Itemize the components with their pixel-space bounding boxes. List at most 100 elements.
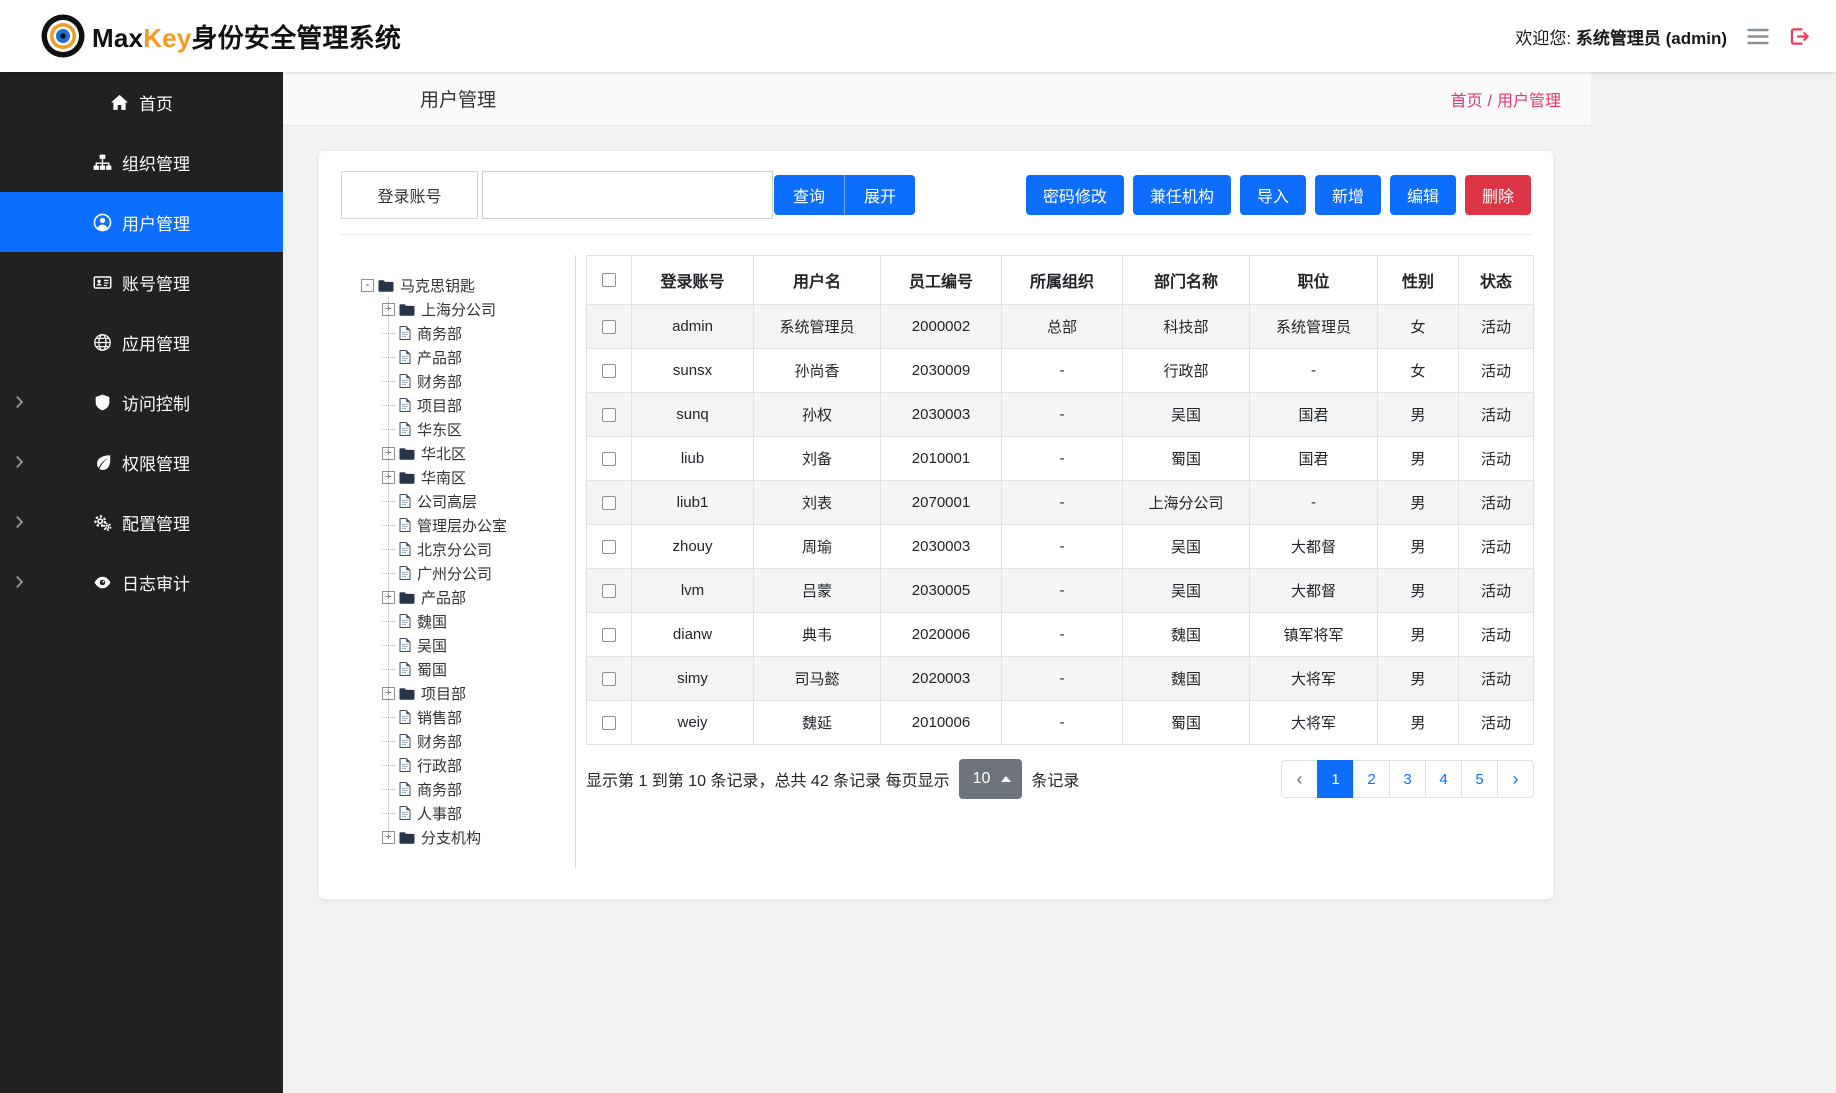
tree-node[interactable]: + 上海分公司 — [382, 297, 569, 321]
tree-node-label[interactable]: 商务部 — [415, 323, 462, 344]
column-header[interactable]: 状态 — [1459, 256, 1534, 305]
tree-node[interactable]: 行政部 — [382, 753, 569, 777]
row-select-cell[interactable] — [587, 481, 632, 525]
tree-node-label[interactable]: 公司高层 — [415, 491, 477, 512]
query-button[interactable]: 查询 — [774, 175, 844, 215]
tree-node[interactable]: 项目部 — [382, 393, 569, 417]
hamburger-menu-icon[interactable] — [1747, 28, 1769, 45]
tree-node-label[interactable]: 蜀国 — [415, 659, 447, 680]
tree-expand-toggle[interactable]: + — [382, 471, 395, 484]
tree-expand-toggle[interactable]: + — [382, 591, 395, 604]
logout-icon[interactable] — [1789, 27, 1810, 46]
tree-node[interactable]: 产品部 — [382, 345, 569, 369]
row-checkbox[interactable] — [602, 320, 616, 334]
tree-node-label[interactable]: 财务部 — [415, 731, 462, 752]
tree-node-label[interactable]: 华东区 — [415, 419, 462, 440]
select-all-checkbox[interactable] — [602, 273, 616, 287]
tree-node-label[interactable]: 华南区 — [419, 467, 466, 488]
sidebar-item-access-control[interactable]: 访问控制 — [0, 372, 283, 432]
toolbar-button-3[interactable]: 新增 — [1315, 175, 1381, 215]
tree-node-label[interactable]: 广州分公司 — [415, 563, 492, 584]
tree-node-label[interactable]: 项目部 — [415, 395, 462, 416]
tree-node[interactable]: 公司高层 — [382, 489, 569, 513]
tree-node-label[interactable]: 产品部 — [419, 587, 466, 608]
column-header[interactable]: 所属组织 — [1002, 256, 1123, 305]
tree-root[interactable]: - 马克思钥匙 — [361, 273, 569, 297]
tree-node-label[interactable]: 分支机构 — [419, 827, 481, 848]
table-row[interactable]: zhouy周瑜2030003-吴国大都督男活动 — [587, 525, 1534, 569]
tree-node[interactable]: 人事部 — [382, 801, 569, 825]
row-select-cell[interactable] — [587, 437, 632, 481]
tree-node-label[interactable]: 产品部 — [415, 347, 462, 368]
tree-node-label[interactable]: 人事部 — [415, 803, 462, 824]
sidebar-item-account[interactable]: 账号管理 — [0, 252, 283, 312]
table-row[interactable]: simy司马懿2020003-魏国大将军男活动 — [587, 657, 1534, 701]
toolbar-button-1[interactable]: 兼任机构 — [1133, 175, 1231, 215]
row-checkbox[interactable] — [602, 540, 616, 554]
toolbar-button-2[interactable]: 导入 — [1240, 175, 1306, 215]
page-next-button[interactable]: › — [1497, 760, 1534, 798]
sidebar-item-application[interactable]: 应用管理 — [0, 312, 283, 372]
row-checkbox[interactable] — [602, 672, 616, 686]
tree-expand-toggle[interactable]: + — [382, 831, 395, 844]
breadcrumb-home[interactable]: 首页 — [1451, 93, 1483, 110]
tree-node-label[interactable]: 吴国 — [415, 635, 447, 656]
table-row[interactable]: sunq孙权2030003-吴国国君男活动 — [587, 393, 1534, 437]
tree-node[interactable]: 商务部 — [382, 321, 569, 345]
tree-node[interactable]: 魏国 — [382, 609, 569, 633]
table-row[interactable]: dianw典韦2020006-魏国镇军将军男活动 — [587, 613, 1534, 657]
tree-node[interactable]: 广州分公司 — [382, 561, 569, 585]
tree-node[interactable]: + 华南区 — [382, 465, 569, 489]
tree-root-label[interactable]: 马克思钥匙 — [398, 275, 475, 296]
toolbar-button-5[interactable]: 删除 — [1465, 175, 1531, 215]
row-select-cell[interactable] — [587, 393, 632, 437]
row-select-cell[interactable] — [587, 525, 632, 569]
page-button-5[interactable]: 5 — [1461, 760, 1498, 798]
tree-node[interactable]: 管理层办公室 — [382, 513, 569, 537]
tree-node[interactable]: 销售部 — [382, 705, 569, 729]
tree-expand-toggle[interactable]: + — [382, 303, 395, 316]
column-header[interactable]: 用户名 — [754, 256, 881, 305]
tree-node[interactable]: +华北区 — [382, 441, 569, 465]
expand-button[interactable]: 展开 — [844, 175, 915, 215]
page-button-2[interactable]: 2 — [1353, 760, 1390, 798]
table-row[interactable]: liub刘备2010001-蜀国国君男活动 — [587, 437, 1534, 481]
row-select-cell[interactable] — [587, 305, 632, 349]
tree-node[interactable]: 吴国 — [382, 633, 569, 657]
toolbar-button-4[interactable]: 编辑 — [1390, 175, 1456, 215]
tree-node[interactable]: + 分支机构 — [382, 825, 569, 849]
login-account-input[interactable] — [482, 171, 773, 219]
column-header[interactable]: 部门名称 — [1123, 256, 1250, 305]
row-checkbox[interactable] — [602, 452, 616, 466]
row-select-cell[interactable] — [587, 569, 632, 613]
column-header[interactable]: 性别 — [1378, 256, 1459, 305]
row-checkbox[interactable] — [602, 496, 616, 510]
tree-node-label[interactable]: 财务部 — [415, 371, 462, 392]
tree-node-label[interactable]: 商务部 — [415, 779, 462, 800]
sidebar-item-permission[interactable]: 权限管理 — [0, 432, 283, 492]
tree-node-label[interactable]: 上海分公司 — [419, 299, 496, 320]
toolbar-button-0[interactable]: 密码修改 — [1026, 175, 1124, 215]
tree-node-label[interactable]: 管理层办公室 — [415, 515, 507, 536]
page-size-dropdown[interactable]: 10 — [959, 759, 1023, 799]
tree-node[interactable]: 财务部 — [382, 369, 569, 393]
sidebar-item-organization[interactable]: 组织管理 — [0, 132, 283, 192]
row-checkbox[interactable] — [602, 584, 616, 598]
row-select-cell[interactable] — [587, 701, 632, 745]
tree-node[interactable]: 财务部 — [382, 729, 569, 753]
tree-node[interactable]: 商务部 — [382, 777, 569, 801]
column-header[interactable]: 登录账号 — [632, 256, 754, 305]
row-checkbox[interactable] — [602, 408, 616, 422]
sidebar-item-config[interactable]: 配置管理 — [0, 492, 283, 552]
tree-node-label[interactable]: 魏国 — [415, 611, 447, 632]
row-select-cell[interactable] — [587, 349, 632, 393]
tree-root-collapse-toggle[interactable]: - — [361, 279, 374, 292]
table-row[interactable]: lvm吕蒙2030005-吴国大都督男活动 — [587, 569, 1534, 613]
table-row[interactable]: sunsx孙尚香2030009-行政部-女活动 — [587, 349, 1534, 393]
tree-node-label[interactable]: 华北区 — [419, 443, 466, 464]
page-button-1[interactable]: 1 — [1317, 760, 1354, 798]
table-row[interactable]: weiy魏延2010006-蜀国大将军男活动 — [587, 701, 1534, 745]
tree-node[interactable]: 蜀国 — [382, 657, 569, 681]
select-all-cell[interactable] — [587, 256, 632, 305]
page-button-4[interactable]: 4 — [1425, 760, 1462, 798]
